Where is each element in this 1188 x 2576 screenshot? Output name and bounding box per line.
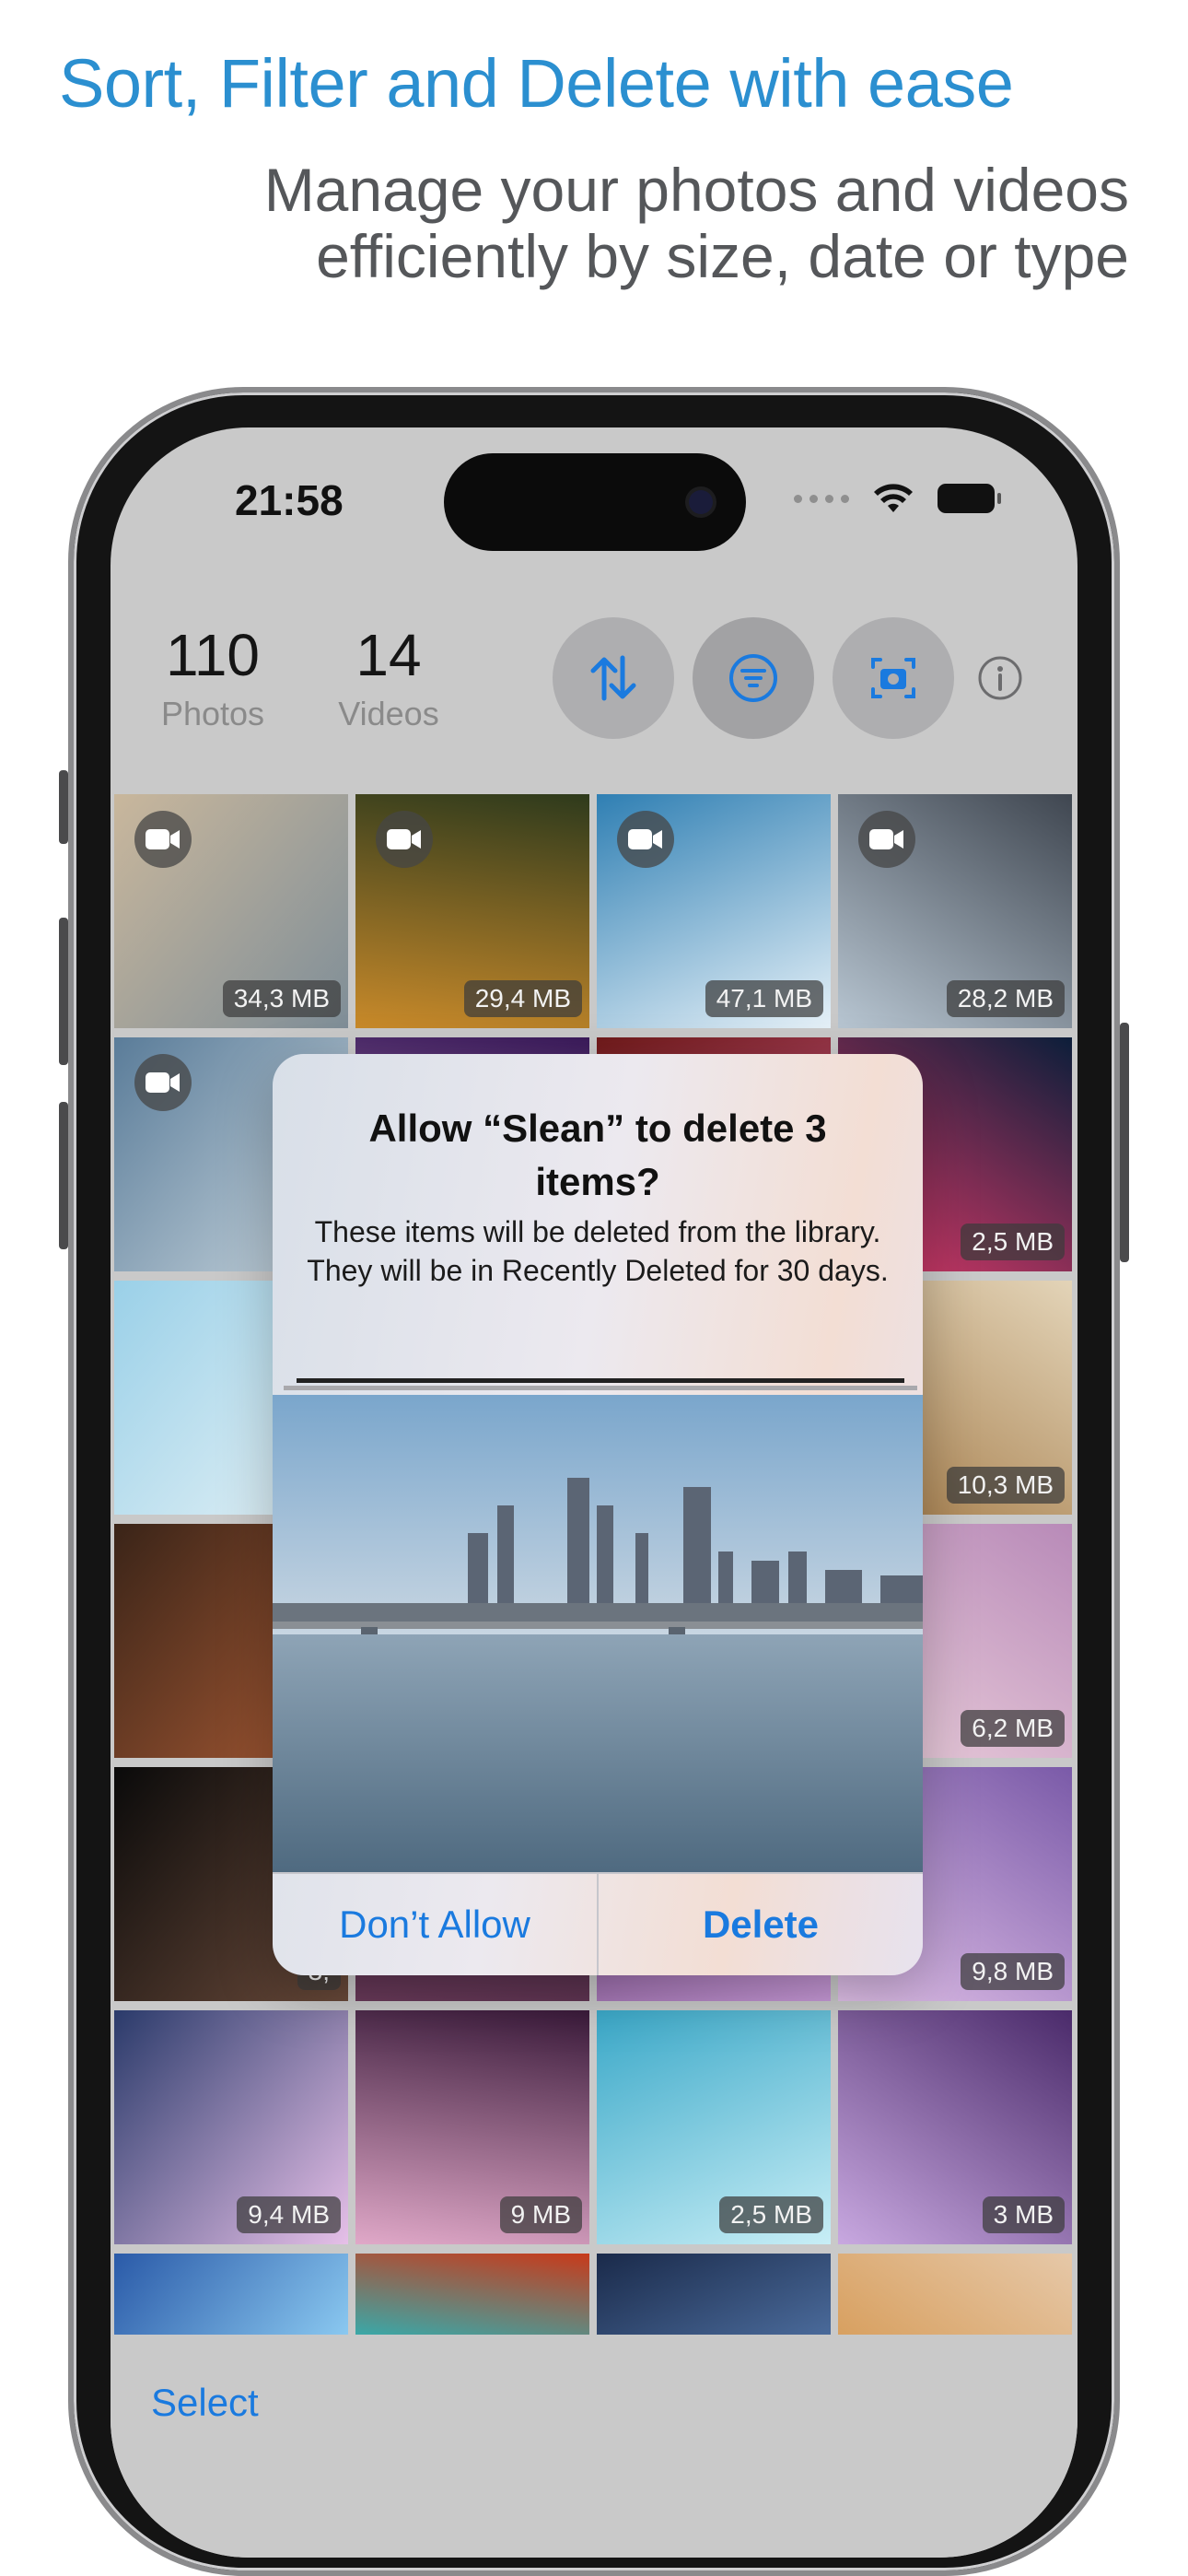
marketing-subline: Manage your photos and videos efficientl… (263, 156, 1129, 290)
file-size-badge: 6,2 MB (961, 1710, 1065, 1747)
status-icons (794, 483, 1001, 514)
file-size-badge: 28,2 MB (946, 980, 1065, 1017)
media-tile[interactable] (355, 2254, 589, 2335)
screenshot-icon (871, 658, 915, 698)
file-size-badge: 29,4 MB (463, 980, 582, 1017)
file-size-badge: 3 MB (982, 2196, 1065, 2233)
phone-action-button (59, 770, 68, 844)
battery-icon (938, 484, 1001, 513)
dynamic-island (444, 453, 746, 551)
video-camera-icon (858, 811, 915, 868)
sort-button[interactable] (553, 617, 674, 739)
media-tile[interactable] (838, 2254, 1072, 2335)
video-camera-icon (134, 811, 192, 868)
file-size-badge: 9,4 MB (237, 2196, 341, 2233)
alert-divider (297, 1378, 904, 1383)
photos-counter: 110 Photos (142, 621, 284, 733)
sort-icon (590, 655, 636, 701)
status-time: 21:58 (235, 476, 344, 524)
videos-count: 14 (355, 622, 422, 688)
camera-lens-icon (689, 490, 713, 514)
file-size-badge: 10,3 MB (946, 1467, 1065, 1504)
video-camera-icon (617, 811, 674, 868)
delete-confirmation-alert: Allow “Slean” to delete 3 items? These i… (273, 1054, 923, 1975)
dont-allow-button[interactable]: Don’t Allow (273, 1874, 597, 1975)
alert-buttons: Don’t Allow Delete (273, 1872, 923, 1975)
media-tile[interactable]: 9,4 MB (114, 2010, 348, 2244)
phone-power-button (1120, 1023, 1129, 1262)
alert-title: Allow “Slean” to delete 3 items? (368, 1107, 827, 1203)
media-tile[interactable]: 29,4 MB (355, 794, 589, 1028)
delete-button[interactable]: Delete (597, 1874, 923, 1975)
media-tile[interactable]: 47,1 MB (597, 794, 831, 1028)
screenshot-button[interactable] (833, 617, 954, 739)
video-camera-icon (376, 811, 433, 868)
file-size-badge: 2,5 MB (961, 1224, 1065, 1260)
file-size-badge: 9,8 MB (961, 1953, 1065, 1990)
bottom-toolbar: Select (111, 2353, 1077, 2558)
filter-icon (729, 654, 777, 702)
filter-button[interactable] (693, 617, 814, 739)
cellular-signal-icon (794, 494, 849, 503)
alert-preview-photo (273, 1395, 923, 1872)
app-screen: 21:58 110 Photos 14 Videos 34,3 MB 29,4 … (111, 427, 1077, 2558)
media-tile[interactable]: 3 MB (838, 2010, 1072, 2244)
marketing-headline: Sort, Filter and Delete with ease (59, 45, 1014, 122)
video-camera-icon (134, 1054, 192, 1111)
file-size-badge: 34,3 MB (222, 980, 341, 1017)
videos-counter: 14 Videos (324, 621, 453, 733)
alert-divider-shadow (284, 1386, 917, 1390)
media-tile[interactable] (114, 2254, 348, 2335)
media-tile[interactable]: 9 MB (355, 2010, 589, 2244)
media-tile[interactable]: 34,3 MB (114, 794, 348, 1028)
photos-label: Photos (160, 695, 265, 732)
file-size-badge: 2,5 MB (719, 2196, 823, 2233)
alert-message: These items will be deleted from the lib… (307, 1215, 889, 1287)
media-tile[interactable]: 2,5 MB (597, 2010, 831, 2244)
info-icon[interactable] (976, 654, 1024, 702)
select-button[interactable]: Select (151, 2381, 259, 2425)
videos-label: Videos (338, 695, 439, 732)
file-size-badge: 9 MB (499, 2196, 582, 2233)
phone-volume-up (59, 918, 68, 1065)
media-tile[interactable]: 28,2 MB (838, 794, 1072, 1028)
file-size-badge: 47,1 MB (705, 980, 823, 1017)
photos-count: 110 (165, 622, 261, 688)
media-tile[interactable] (597, 2254, 831, 2335)
wifi-icon (874, 484, 913, 512)
phone-volume-down (59, 1102, 68, 1249)
